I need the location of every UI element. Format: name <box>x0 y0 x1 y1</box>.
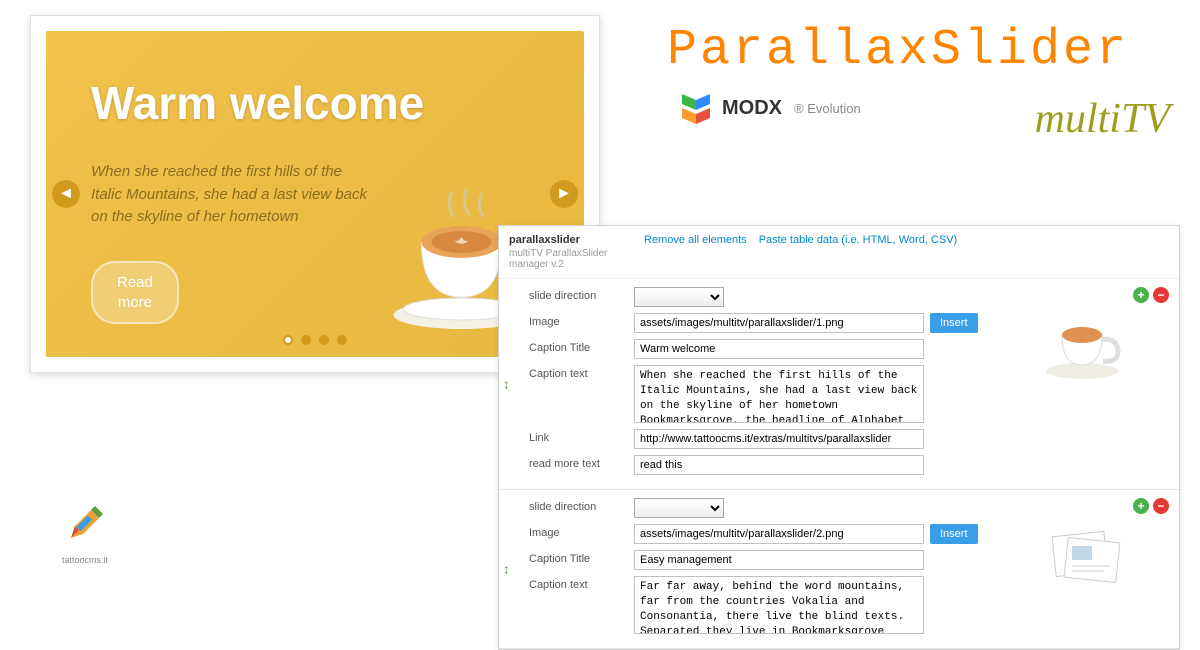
dot-1[interactable] <box>283 335 293 345</box>
add-record-button[interactable]: + <box>1133 498 1149 514</box>
read-more-button[interactable]: Read more <box>91 261 179 324</box>
manager-panel: parallaxslider multiTV ParallaxSlider ma… <box>498 225 1180 650</box>
label-caption-title: Caption Title <box>509 339 634 354</box>
label-read-more: read more text <box>509 455 634 470</box>
slide-caption-text: When she reached the first hills of the … <box>91 161 371 229</box>
delete-record-button[interactable]: − <box>1153 498 1169 514</box>
dot-4[interactable] <box>337 335 347 345</box>
tattoocms-label: tattoocms.it <box>45 555 125 565</box>
add-record-button[interactable]: + <box>1133 287 1149 303</box>
manager-subtitle: multiTV ParallaxSlider manager v.2 <box>509 248 644 270</box>
label-caption-title: Caption Title <box>509 550 634 565</box>
dot-2[interactable] <box>301 335 311 345</box>
record-item: ↕ + − slide direction Image Insert Captio… <box>499 279 1179 490</box>
record-item: ↕ + − slide direction Image Insert Captio… <box>499 490 1179 649</box>
record-thumbnail <box>1044 520 1129 592</box>
next-arrow[interactable]: ► <box>550 180 578 208</box>
modx-logo: MODX ® Evolution <box>678 90 861 126</box>
label-link: Link <box>509 429 634 444</box>
link-input[interactable] <box>634 429 924 449</box>
arrow-left-icon: ◄ <box>58 185 74 203</box>
manager-header: parallaxslider multiTV ParallaxSlider ma… <box>499 226 1179 279</box>
modx-suffix: ® Evolution <box>794 101 861 116</box>
dots-navigation <box>283 335 347 345</box>
read-more-input[interactable] <box>634 455 924 475</box>
slide-title: Warm welcome <box>91 76 424 130</box>
modx-name: MODX <box>722 97 782 120</box>
paste-data-link[interactable]: Paste table data (i.e. HTML, Word, CSV) <box>759 234 957 270</box>
remove-all-link[interactable]: Remove all elements <box>644 234 747 270</box>
drag-handle-icon[interactable]: ↕ <box>503 562 510 577</box>
label-caption-text: Caption text <box>509 576 634 591</box>
brand-title: ParallaxSlider <box>667 22 1129 79</box>
multitv-label: multiTV <box>1035 95 1170 143</box>
caption-text-textarea[interactable] <box>634 365 924 423</box>
modx-icon <box>678 90 714 126</box>
manager-title: parallaxslider <box>509 234 644 246</box>
caption-title-input[interactable] <box>634 339 924 359</box>
label-slide-direction: slide direction <box>509 287 634 302</box>
prev-arrow[interactable]: ◄ <box>52 180 80 208</box>
label-slide-direction: slide direction <box>509 498 634 513</box>
drag-handle-icon[interactable]: ↕ <box>503 377 510 392</box>
image-input[interactable] <box>634 524 924 544</box>
label-caption-text: Caption text <box>509 365 634 380</box>
slide-direction-select[interactable] <box>634 287 724 307</box>
record-thumbnail <box>1044 309 1129 381</box>
label-image: Image <box>509 313 634 328</box>
arrow-right-icon: ► <box>556 185 572 203</box>
slide-direction-select[interactable] <box>634 498 724 518</box>
insert-button[interactable]: Insert <box>930 313 978 333</box>
caption-text-textarea[interactable] <box>634 576 924 634</box>
tattoocms-logo: tattoocms.it <box>45 500 125 565</box>
delete-record-button[interactable]: − <box>1153 287 1169 303</box>
pencil-icon <box>61 500 109 548</box>
caption-title-input[interactable] <box>634 550 924 570</box>
dot-3[interactable] <box>319 335 329 345</box>
insert-button[interactable]: Insert <box>930 524 978 544</box>
label-image: Image <box>509 524 634 539</box>
image-input[interactable] <box>634 313 924 333</box>
